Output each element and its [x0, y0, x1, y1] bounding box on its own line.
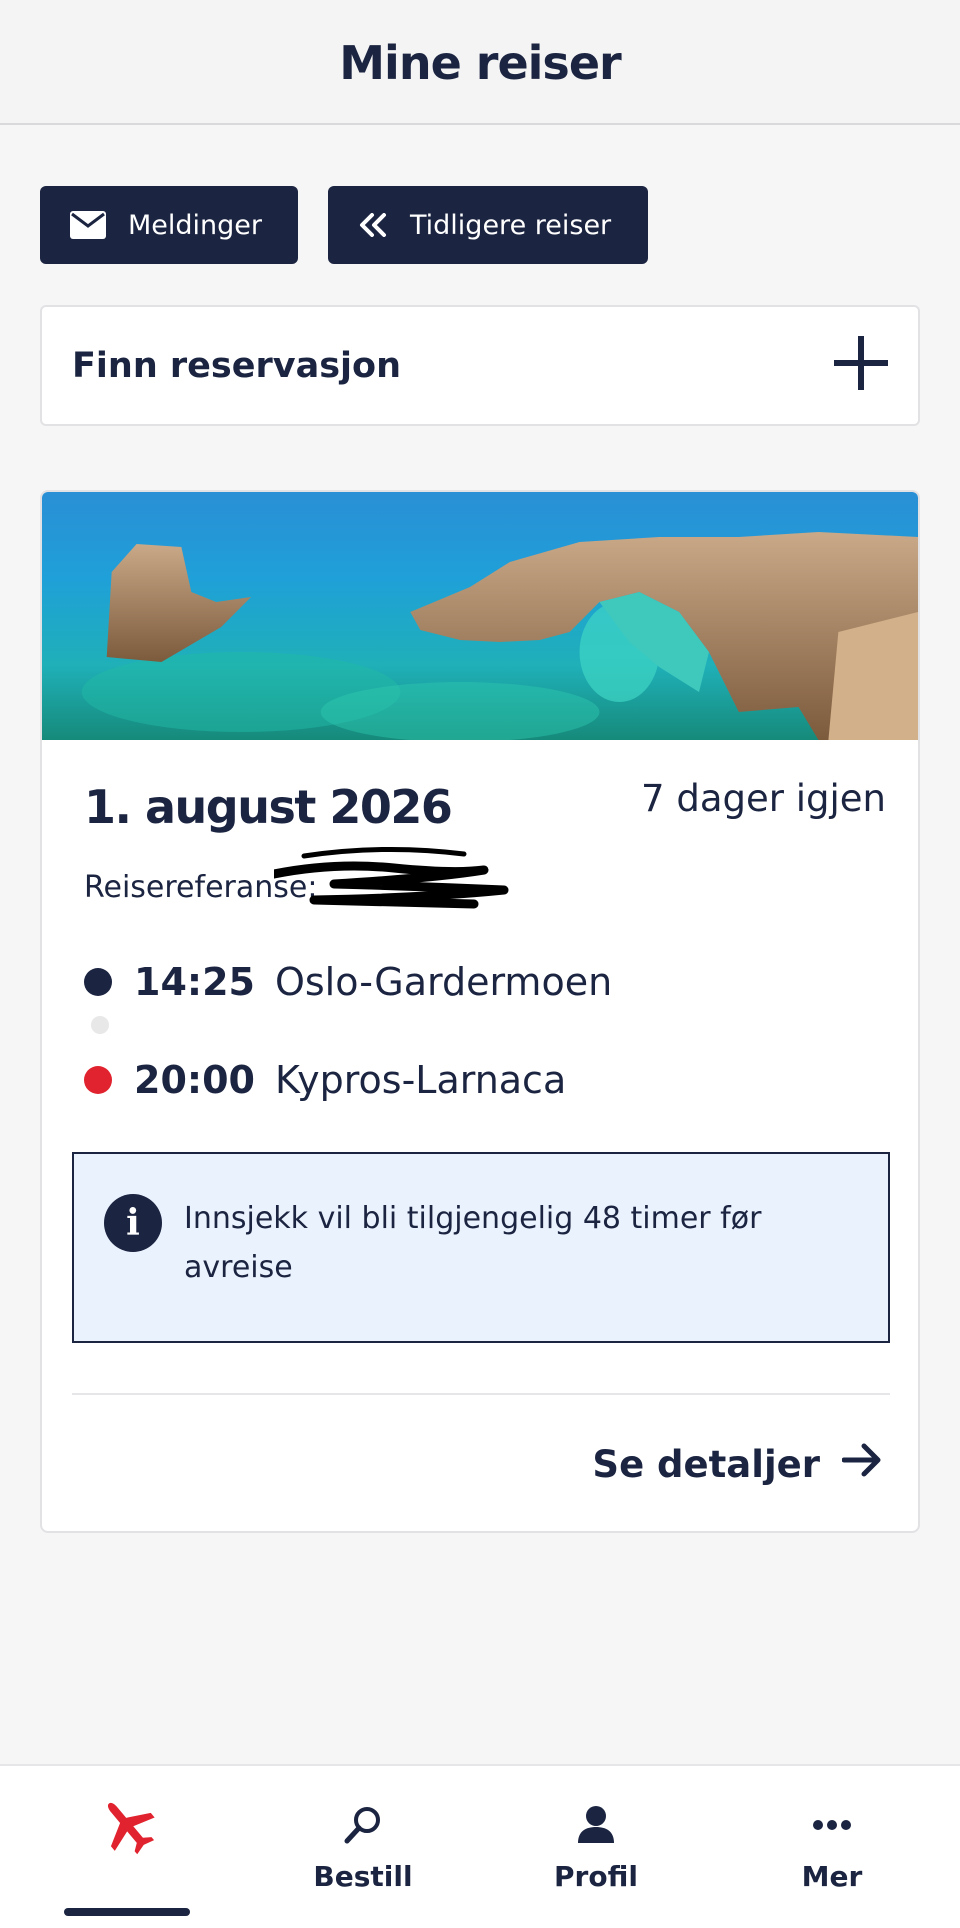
tab-more-label: Mer — [801, 1860, 863, 1893]
arrival-time: 20:00 — [134, 1058, 255, 1102]
route-connector — [91, 1016, 109, 1034]
departure-row: 14:25 Oslo-Gardermoen — [84, 960, 612, 1004]
checkin-info-box: i Innsjekk vil bli tilgjengelig 48 timer… — [72, 1152, 890, 1343]
trip-date: 1. august 2026 — [84, 780, 453, 834]
find-reservation-label: Finn reservasjon — [72, 345, 401, 386]
find-reservation-row[interactable]: Finn reservasjon — [40, 305, 920, 426]
page-title: Mine reiser — [339, 35, 621, 90]
departure-dot — [84, 968, 112, 996]
arrow-right-icon — [841, 1442, 882, 1487]
person-icon — [576, 1790, 616, 1860]
active-tab-indicator — [64, 1908, 190, 1916]
trip-card[interactable]: 1. august 2026 7 dager igjen Reiserefera… — [40, 490, 920, 1533]
tab-more[interactable]: Mer — [712, 1766, 952, 1928]
bottom-tab-bar: Bestill Profil Mer — [0, 1764, 960, 1928]
double-chevron-left-icon — [358, 213, 388, 237]
tab-trips[interactable] — [7, 1766, 247, 1928]
departure-time: 14:25 — [134, 960, 255, 1004]
airplane-icon — [95, 1790, 159, 1860]
tab-profile-label: Profil — [554, 1860, 638, 1893]
messages-button[interactable]: Meldinger — [40, 186, 298, 264]
see-details-label: Se detaljer — [592, 1443, 820, 1486]
messages-label: Meldinger — [128, 209, 263, 241]
tab-book[interactable]: Bestill — [243, 1766, 483, 1928]
tab-book-label: Bestill — [313, 1860, 413, 1893]
card-divider — [72, 1393, 890, 1395]
plus-icon[interactable] — [834, 336, 888, 395]
app-header: Mine reiser — [0, 0, 960, 125]
action-buttons: Meldinger Tidligere reiser — [40, 186, 648, 264]
departure-place: Oslo-Gardermoen — [274, 960, 613, 1004]
previous-trips-button[interactable]: Tidligere reiser — [328, 186, 648, 264]
arrival-row: 20:00 Kypros-Larnaca — [84, 1058, 566, 1102]
arrival-dot — [84, 1066, 112, 1094]
see-details-link[interactable]: Se detaljer — [592, 1442, 882, 1487]
search-icon — [343, 1790, 383, 1860]
info-icon: i — [104, 1194, 162, 1252]
more-icon — [812, 1790, 852, 1860]
arrival-place: Kypros-Larnaca — [274, 1058, 567, 1102]
tab-profile[interactable]: Profil — [476, 1766, 716, 1928]
envelope-icon — [70, 211, 106, 239]
checkin-info-text: Innsjekk vil bli tilgjengelig 48 timer f… — [184, 1201, 762, 1285]
redacted-reference — [274, 846, 509, 909]
days-left: 7 dager igjen — [641, 777, 886, 820]
previous-trips-label: Tidligere reiser — [410, 209, 612, 241]
destination-image — [42, 492, 918, 740]
